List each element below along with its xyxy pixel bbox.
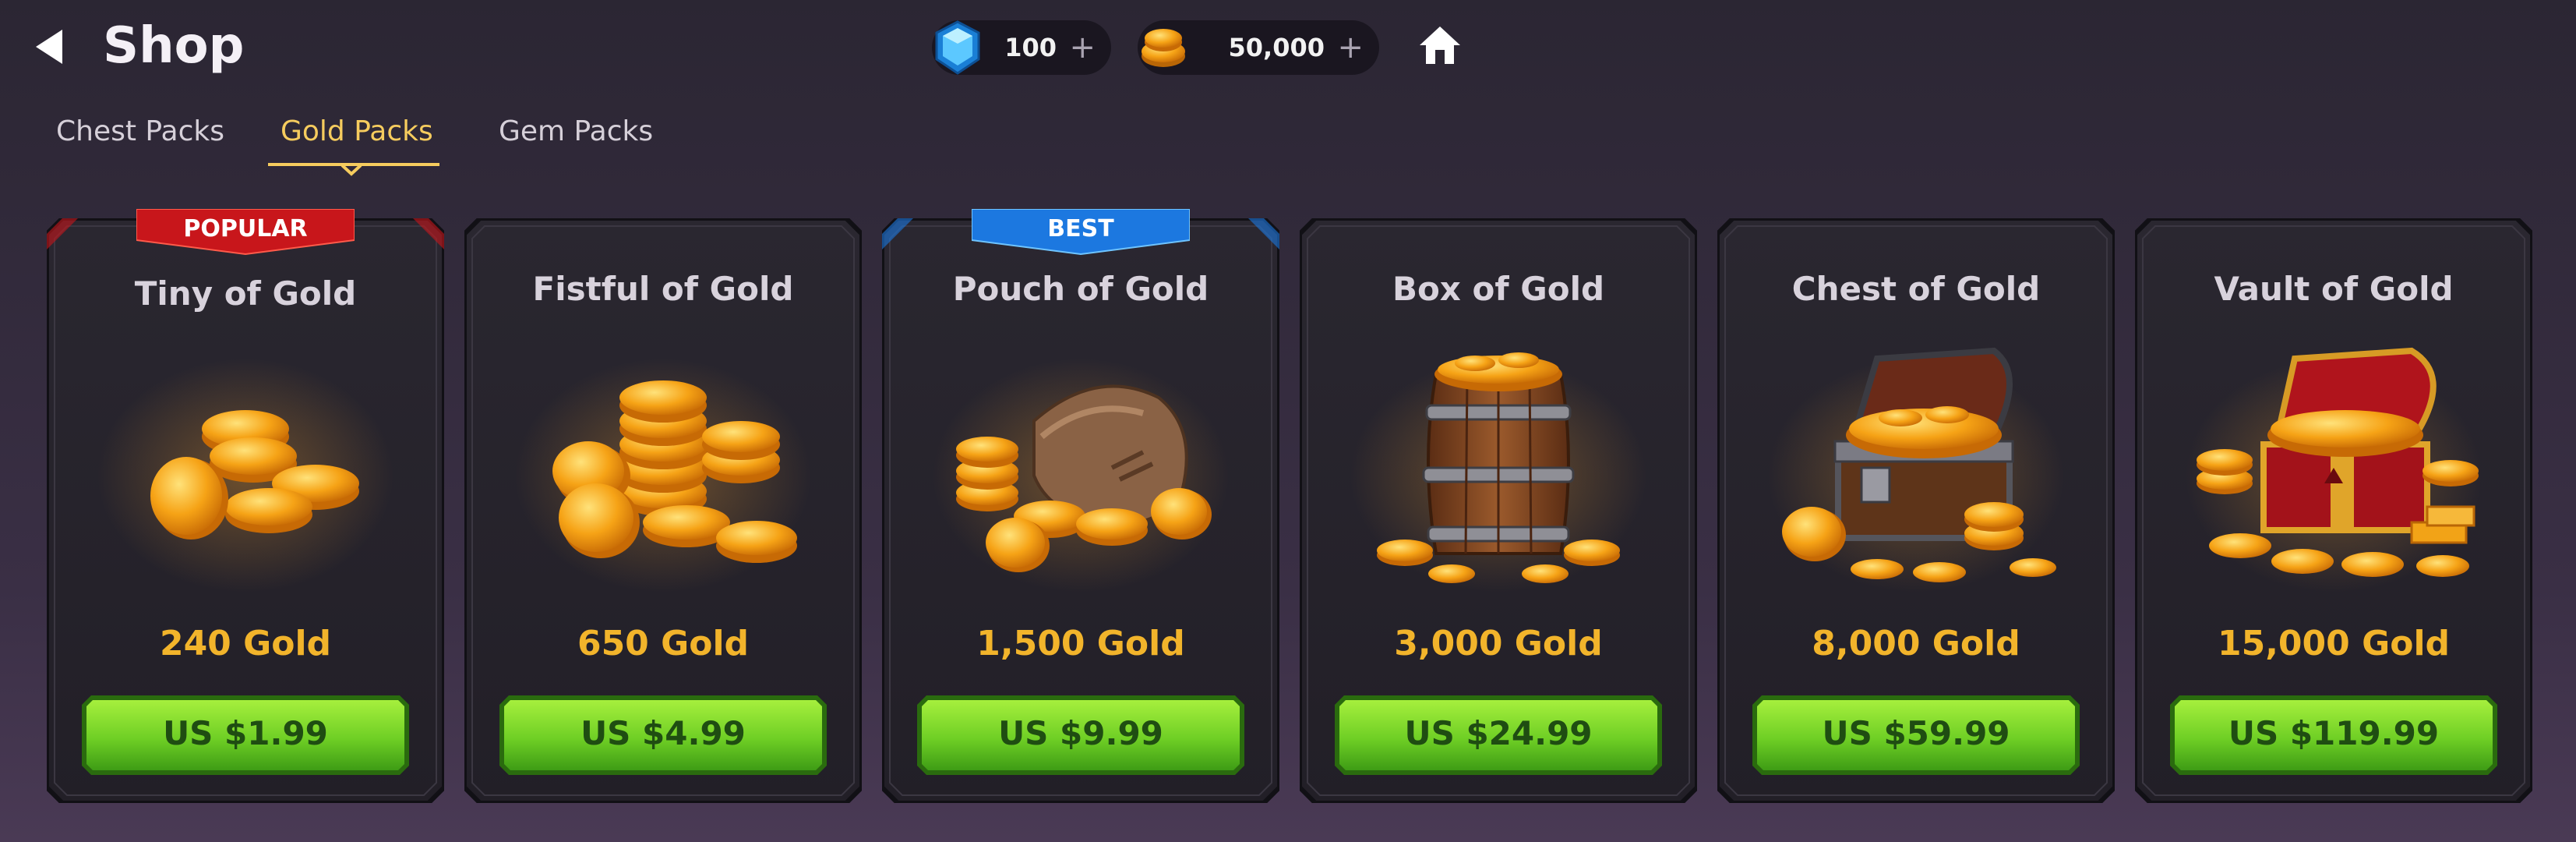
buy-button[interactable]: US $24.99 <box>1335 695 1662 775</box>
small-coin-pile-icon <box>97 359 393 593</box>
pack-amount: 8,000 Gold <box>1812 624 2020 663</box>
pack-name: Tiny of Gold <box>134 274 357 313</box>
pack-amount: 650 Gold <box>577 624 750 663</box>
buy-button[interactable]: US $119.99 <box>2170 695 2497 775</box>
pack-card-fistful-of-gold[interactable]: Fistful of Gold 650 Gold US $4.99 <box>464 218 862 803</box>
pack-amount: 240 Gold <box>159 624 332 663</box>
price-label: US $9.99 <box>998 714 1163 752</box>
pack-card-pouch-of-gold[interactable]: BEST Pouch of Gold 1,500 Gold US $9.99 <box>882 208 1279 803</box>
buy-button[interactable]: US $4.99 <box>499 695 827 775</box>
back-arrow-icon <box>36 30 62 64</box>
back-button[interactable] <box>28 23 75 70</box>
gem-icon <box>935 20 980 75</box>
gold-balance: 50,000 + <box>1138 20 1379 75</box>
price-label: US $1.99 <box>163 714 328 752</box>
pack-amount: 1,500 Gold <box>976 624 1185 663</box>
pack-card-vault-of-gold[interactable]: Vault of Gold 15,000 Gold US $119.99 <box>2135 218 2532 803</box>
coin-pouch-icon <box>933 359 1229 593</box>
pack-card-box-of-gold[interactable]: Box of Gold 3,000 Gold US $24.99 <box>1300 218 1697 803</box>
best-badge: BEST <box>971 208 1191 256</box>
pack-amount: 15,000 Gold <box>2217 624 2451 663</box>
price-label: US $59.99 <box>1822 714 2010 752</box>
tab-gold-packs[interactable]: Gold Packs <box>281 115 433 147</box>
gold-pack-list: POPULAR Tiny of Gold 240 Gold US $1.99 F… <box>47 208 2532 803</box>
chevron-down-icon <box>341 164 362 176</box>
add-gold-button[interactable]: + <box>1337 30 1364 65</box>
tab-gem-packs[interactable]: Gem Packs <box>499 115 653 147</box>
coin-stacks-icon <box>515 359 811 593</box>
pack-name: Box of Gold <box>1392 270 1605 308</box>
pack-amount: 3,000 Gold <box>1394 624 1603 663</box>
buy-button[interactable]: US $59.99 <box>1752 695 2080 775</box>
pack-card-tiny-of-gold[interactable]: POPULAR Tiny of Gold 240 Gold US $1.99 <box>47 208 444 803</box>
gold-balance-value: 50,000 <box>1228 33 1325 62</box>
gem-balance-value: 100 <box>1004 33 1057 62</box>
home-icon <box>1420 27 1460 64</box>
tab-bar: Chest Packs Gold Packs Gem Packs <box>0 109 779 179</box>
gem-balance: 100 + <box>932 20 1111 75</box>
tab-chest-packs[interactable]: Chest Packs <box>56 115 224 147</box>
gold-coins-icon <box>1142 29 1185 67</box>
gold-chest-icon <box>1768 347 2064 593</box>
badge-label: POPULAR <box>183 215 308 242</box>
pack-name: Vault of Gold <box>2214 270 2454 308</box>
pack-name: Chest of Gold <box>1791 270 2041 308</box>
top-bar: Shop 100 + 50,000 + <box>0 0 2576 101</box>
page-title: Shop <box>103 17 245 75</box>
price-label: US $24.99 <box>1404 714 1593 752</box>
gold-vault-icon <box>2186 347 2482 593</box>
pack-name: Fistful of Gold <box>532 270 794 308</box>
popular-badge: POPULAR <box>136 208 355 256</box>
home-button[interactable] <box>1417 22 1463 69</box>
price-label: US $119.99 <box>2228 714 2440 752</box>
pack-card-chest-of-gold[interactable]: Chest of Gold 8,000 Gold US $59.99 <box>1717 218 2115 803</box>
price-label: US $4.99 <box>580 714 746 752</box>
buy-button[interactable]: US $1.99 <box>82 695 409 775</box>
pack-name: Pouch of Gold <box>952 270 1209 308</box>
buy-button[interactable]: US $9.99 <box>917 695 1244 775</box>
badge-label: BEST <box>1047 215 1114 242</box>
gold-barrel-icon <box>1350 352 1646 593</box>
add-gems-button[interactable]: + <box>1069 30 1096 65</box>
